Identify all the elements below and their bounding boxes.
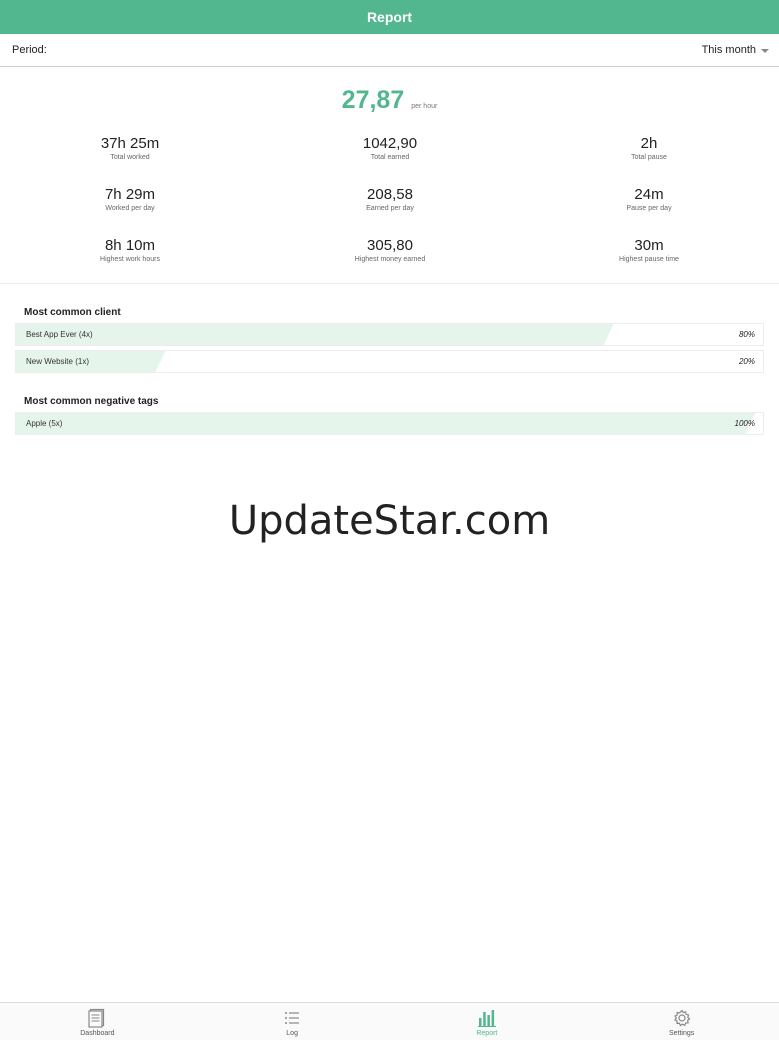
bar-chart-icon <box>477 1008 497 1028</box>
gear-icon <box>672 1008 692 1028</box>
tag-bar-percent: 100% <box>734 419 755 428</box>
watermark-text: UpdateStar.com <box>228 498 551 544</box>
stat-highest-pause-time: 30m Highest pause time <box>549 237 749 265</box>
stat-highest-money-earned: 305,80 Highest money earned <box>290 237 490 265</box>
period-dropdown[interactable]: This month <box>702 44 769 56</box>
stat-label: Pause per day <box>626 205 672 212</box>
period-selected-value: This month <box>701 44 756 56</box>
most-common-client-title: Most common client <box>24 307 121 318</box>
stat-label: Highest work hours <box>100 256 160 263</box>
stat-worked-per-day: 7h 29m Worked per day <box>30 186 230 214</box>
bottom-navigation: Dashboard Log Report Settings <box>0 1002 779 1040</box>
stat-earned-per-day: 208,58 Earned per day <box>290 186 490 214</box>
client-bar-row: New Website (1x) 20% <box>15 350 764 373</box>
tag-bar-fill <box>16 413 756 434</box>
stat-label: Total earned <box>370 154 410 161</box>
client-bar-percent: 20% <box>738 357 755 366</box>
tag-bar-label: Apple (5x) <box>26 419 63 428</box>
stats-grid: 37h 25m Total worked 1042,90 Total earne… <box>0 135 779 270</box>
stat-value: 1042,90 <box>362 135 418 152</box>
dashboard-icon <box>87 1008 107 1028</box>
nav-label: Dashboard <box>80 1030 115 1037</box>
nav-item-log[interactable]: Log <box>195 1003 390 1040</box>
period-label: Period: <box>12 44 47 56</box>
rate-unit: per hour <box>411 103 438 110</box>
stat-highest-work-hours: 8h 10m Highest work hours <box>30 237 230 265</box>
list-icon <box>282 1008 302 1028</box>
client-bar-row: Best App Ever (4x) 80% <box>15 323 764 346</box>
section-divider <box>0 283 779 284</box>
app-header: Report <box>0 0 779 34</box>
stat-pause-per-day: 24m Pause per day <box>549 186 749 214</box>
nav-item-report[interactable]: Report <box>390 1003 585 1040</box>
nav-item-dashboard[interactable]: Dashboard <box>0 1003 195 1040</box>
stat-label: Highest pause time <box>619 256 679 263</box>
client-bar-fill <box>16 324 614 345</box>
stat-value: 8h 10m <box>104 237 156 254</box>
stat-value: 24m <box>634 186 664 203</box>
stat-value: 37h 25m <box>100 135 160 152</box>
stat-label: Worked per day <box>105 205 155 212</box>
app-root: Report Period: This month 27,87 per hour… <box>0 0 779 1040</box>
stat-value: 7h 29m <box>104 186 156 203</box>
negative-tags-title: Most common negative tags <box>24 396 159 407</box>
hourly-rate: 27,87 per hour <box>0 86 779 115</box>
tag-bar-row: Apple (5x) 100% <box>15 412 764 435</box>
stat-label: Total pause <box>631 154 667 161</box>
nav-item-settings[interactable]: Settings <box>584 1003 779 1040</box>
nav-label: Log <box>286 1030 298 1037</box>
nav-label: Settings <box>668 1030 695 1037</box>
page-title: Report <box>366 9 413 25</box>
stat-label: Total worked <box>110 154 150 161</box>
stat-value: 208,58 <box>367 186 413 203</box>
client-bar-label: Best App Ever (4x) <box>26 330 93 339</box>
nav-label: Report <box>476 1030 498 1037</box>
rate-value: 27,87 <box>341 86 405 114</box>
stat-label: Highest money earned <box>354 256 426 263</box>
stat-label: Earned per day <box>366 205 414 212</box>
client-bar-percent: 80% <box>738 330 755 339</box>
period-row: Period: This month <box>0 34 779 67</box>
stat-value: 2h <box>640 135 658 152</box>
chevron-down-icon <box>761 49 769 53</box>
stat-total-pause: 2h Total pause <box>549 135 749 163</box>
stat-total-earned: 1042,90 Total earned <box>290 135 490 163</box>
stat-value: 30m <box>634 237 664 254</box>
stat-total-worked: 37h 25m Total worked <box>30 135 230 163</box>
stat-value: 305,80 <box>367 237 413 254</box>
client-bar-label: New Website (1x) <box>26 357 89 366</box>
